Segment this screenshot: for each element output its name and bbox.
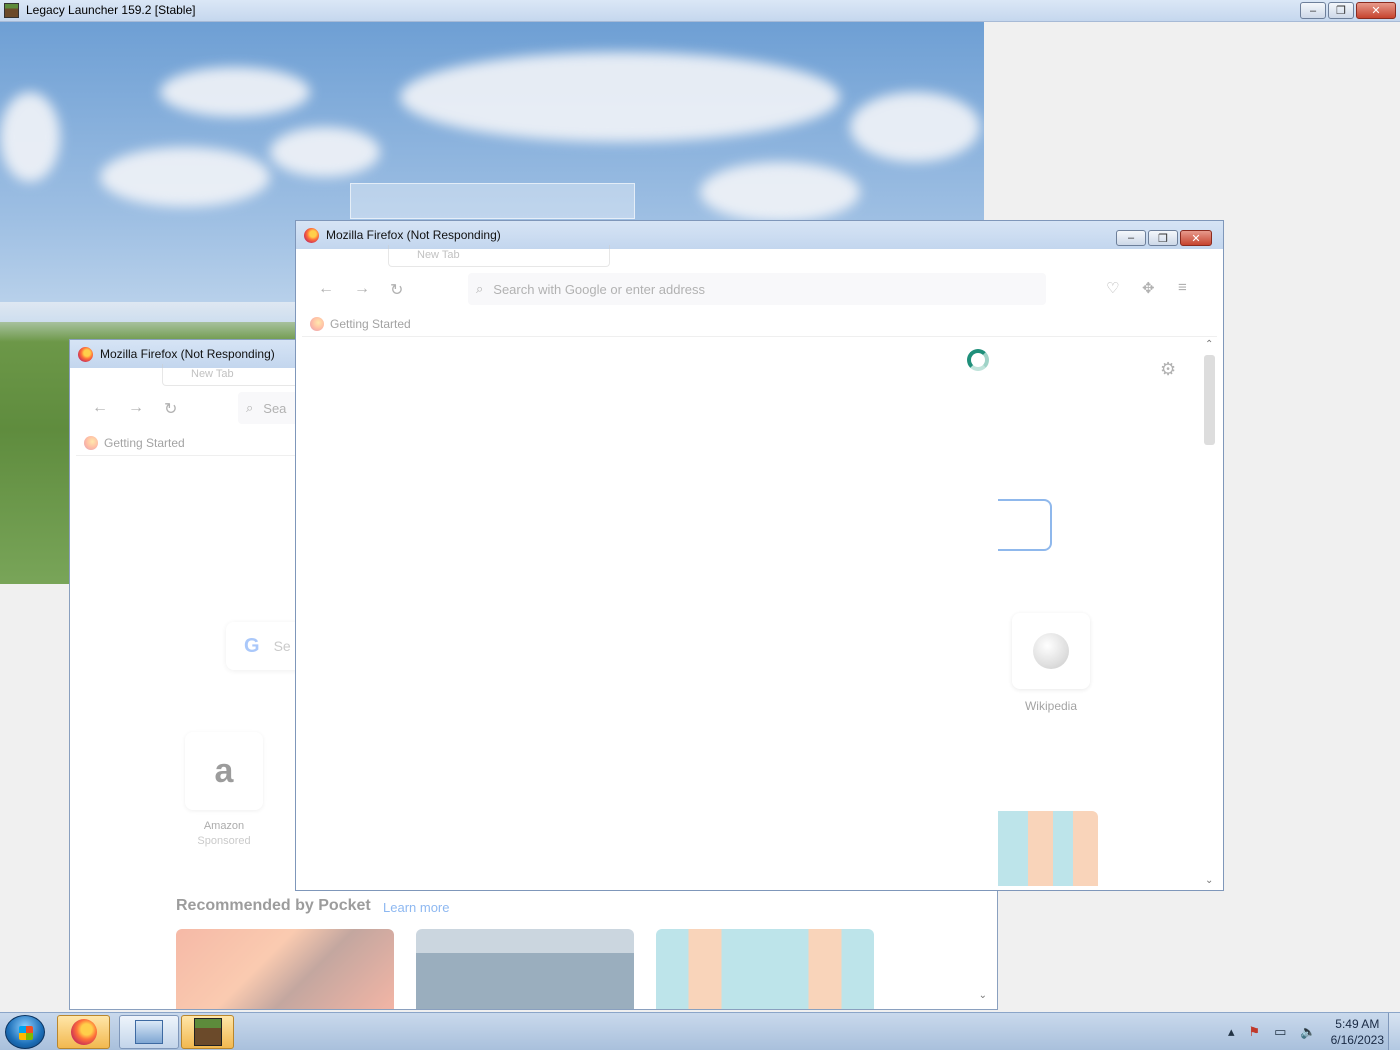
pocket-learn-more-link[interactable]: Learn more xyxy=(383,900,449,915)
page-viewport: ⚙ Wikipedia ⌃ ⌄ xyxy=(302,339,1217,886)
firefox-minimize-button[interactable]: – xyxy=(1116,230,1146,246)
url-bar[interactable]: ⌕ Search with Google or enter address xyxy=(468,273,1046,305)
firefox-taskbar-icon xyxy=(70,1019,97,1045)
cloud xyxy=(700,162,860,222)
scrollbar-thumb[interactable] xyxy=(1204,355,1215,445)
search-placeholder: Se xyxy=(273,638,291,654)
firefox-bookmark-icon xyxy=(310,316,324,331)
volume-muted-icon[interactable]: 🔈 xyxy=(1300,1024,1316,1040)
cloud xyxy=(0,92,60,182)
firefox-logo-icon xyxy=(304,228,319,243)
taskbar-firefox[interactable] xyxy=(57,1015,110,1049)
reload-icon[interactable]: ↻ xyxy=(164,399,177,419)
firefox-logo-icon xyxy=(78,347,93,362)
minecraft-block-icon xyxy=(4,3,19,18)
network-icon[interactable]: ▭ xyxy=(1274,1024,1286,1040)
taskbar-control-panel[interactable] xyxy=(119,1015,179,1049)
tile-label-wikipedia: Wikipedia xyxy=(1024,699,1078,713)
launcher-window-controls: – ❐ ✕ xyxy=(1300,2,1396,19)
tab-new-tab[interactable]: New Tab xyxy=(388,245,610,267)
launcher-close-button[interactable]: ✕ xyxy=(1356,2,1396,19)
start-button[interactable] xyxy=(5,1015,45,1049)
scroll-up-arrow-icon[interactable]: ⌃ xyxy=(1205,339,1213,350)
url-placeholder: Search with Google or enter address xyxy=(493,281,706,297)
top-site-tile-wikipedia[interactable] xyxy=(1012,613,1090,689)
top-site-tile-amazon[interactable]: a xyxy=(185,732,263,810)
vertical-scrollbar[interactable]: ⌃ ⌄ xyxy=(1202,339,1217,886)
pocket-heading: Recommended by Pocket xyxy=(176,897,371,914)
google-g-icon: G xyxy=(244,634,260,657)
loading-spinner-icon xyxy=(967,349,989,371)
forward-arrow-icon[interactable]: → xyxy=(128,399,144,417)
firefox-restore-button[interactable]: ❐ xyxy=(1148,230,1178,246)
windows-logo-icon xyxy=(19,1026,33,1040)
google-search-box[interactable]: G Se xyxy=(226,622,306,670)
cloud xyxy=(850,92,980,162)
pocket-card-partial[interactable] xyxy=(998,811,1098,886)
reload-icon[interactable]: ↻ xyxy=(390,280,403,300)
cloud xyxy=(160,67,310,117)
unpainted-page-area xyxy=(302,339,998,886)
extensions-icon[interactable]: ✥ xyxy=(1142,279,1155,297)
amazon-logo-icon: a xyxy=(214,751,234,790)
url-placeholder: Sea xyxy=(263,400,287,416)
scroll-down-arrow-icon[interactable]: ⌄ xyxy=(1205,875,1213,886)
minecraft-block-icon xyxy=(193,1018,222,1046)
firefox-bookmark-icon xyxy=(84,435,98,450)
menu-hamburger-icon[interactable]: ≡ xyxy=(1178,279,1187,296)
cloud xyxy=(100,147,270,207)
bookmark-getting-started[interactable]: Getting Started xyxy=(104,436,185,450)
tile-label-amazon: Amazon xyxy=(203,820,245,832)
control-panel-icon xyxy=(135,1020,163,1044)
clock-date: 6/16/2023 xyxy=(1330,1033,1384,1047)
back-arrow-icon[interactable]: ← xyxy=(318,280,334,298)
taskbar-legacy-launcher[interactable] xyxy=(181,1015,234,1049)
firefox-window-controls: – ❐ ✕ xyxy=(1116,230,1212,246)
pocket-card-2[interactable] xyxy=(416,929,634,1009)
firefox-front-chrome: New Tab ← → ↻ ⌕ Search with Google or en… xyxy=(302,245,1217,337)
taskbar: ▴ ⚑ ▭ 🔈 5:49 AM 6/16/2023 xyxy=(0,1012,1400,1050)
launcher-restore-button[interactable]: ❐ xyxy=(1328,2,1354,19)
firefox-window-front: Mozilla Firefox (Not Responding) – ❐ ✕ N… xyxy=(295,220,1224,891)
scroll-down-arrow-icon[interactable]: ⌄ xyxy=(979,990,987,1001)
search-box-edge[interactable] xyxy=(998,499,1052,551)
back-arrow-icon[interactable]: ← xyxy=(92,399,108,417)
firefox-front-title: Mozilla Firefox (Not Responding) xyxy=(326,228,501,242)
launcher-ghost-panel xyxy=(350,183,635,219)
settings-gear-icon[interactable]: ⚙ xyxy=(1160,359,1176,380)
newtab-visible-strip: ⚙ Wikipedia xyxy=(998,339,1217,886)
launcher-minimize-button[interactable]: – xyxy=(1300,2,1326,19)
action-center-flag-icon[interactable]: ⚑ xyxy=(1248,1024,1260,1040)
firefox-close-button[interactable]: ✕ xyxy=(1180,230,1212,246)
forward-arrow-icon[interactable]: → xyxy=(354,280,370,298)
bookmark-getting-started[interactable]: Getting Started xyxy=(330,317,411,331)
show-hidden-icons-arrow-icon[interactable]: ▴ xyxy=(1228,1024,1235,1040)
search-icon: ⌕ xyxy=(246,400,254,415)
wikipedia-globe-icon xyxy=(1033,633,1069,669)
pocket-save-icon[interactable]: ♡ xyxy=(1106,279,1119,297)
cloud xyxy=(400,52,840,142)
tab-strip: New Tab xyxy=(302,245,1217,267)
firefox-back-title: Mozilla Firefox (Not Responding) xyxy=(100,347,275,361)
pocket-card-3[interactable] xyxy=(656,929,874,1009)
pocket-card-1[interactable] xyxy=(176,929,394,1009)
url-bar[interactable]: ⌕ Sea xyxy=(238,392,298,424)
system-tray: ▴ ⚑ ▭ 🔈 5:49 AM 6/16/2023 xyxy=(1228,1013,1384,1050)
launcher-title: Legacy Launcher 159.2 [Stable] xyxy=(26,3,196,17)
nav-toolbar: ← → ↻ ⌕ Search with Google or enter addr… xyxy=(302,267,1217,311)
launcher-titlebar[interactable]: Legacy Launcher 159.2 [Stable] – ❐ ✕ xyxy=(0,0,1400,22)
cloud xyxy=(270,127,380,177)
tile-sponsored-label: Sponsored xyxy=(197,835,251,847)
search-icon: ⌕ xyxy=(476,281,484,296)
clock-time: 5:49 AM xyxy=(1335,1017,1380,1031)
system-clock[interactable]: 5:49 AM 6/16/2023 xyxy=(1331,1016,1384,1048)
show-desktop-button[interactable] xyxy=(1388,1013,1400,1050)
bookmarks-bar: Getting Started xyxy=(302,311,1217,337)
